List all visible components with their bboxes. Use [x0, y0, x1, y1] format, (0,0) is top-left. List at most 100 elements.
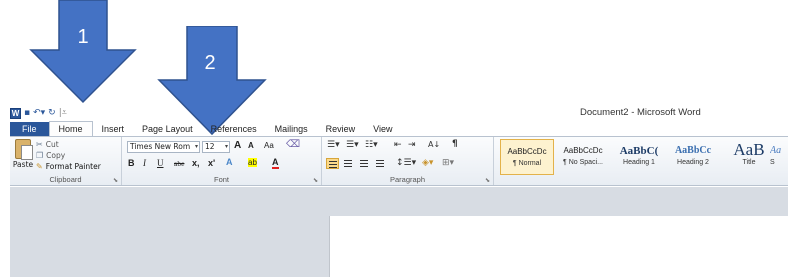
paste-icon — [15, 139, 33, 160]
copy-button[interactable]: ❐ Copy — [36, 151, 65, 160]
subscript-button[interactable]: x, — [192, 158, 200, 168]
font-size-box[interactable]: 12 ▾ — [202, 141, 230, 153]
clear-formatting-icon[interactable]: ⌫ — [286, 139, 300, 150]
style-name: Heading 2 — [677, 159, 709, 166]
cut-label: Cut — [45, 140, 59, 149]
font-size-value: 12 — [205, 142, 215, 151]
format-painter-label: Format Painter — [45, 162, 101, 171]
highlight-button[interactable]: ab — [248, 158, 257, 167]
change-case-button[interactable]: Aa — [264, 141, 274, 150]
tab-references[interactable]: References — [202, 122, 266, 137]
style-sample: AaB — [733, 140, 765, 159]
paragraph-group: ☰▾ ☰▾ ☷▾ ⇤ ⇥ A↓ ¶ ↕☰▾ ◈▾ ⊞▾ Paragraph ⬊ — [322, 137, 494, 185]
styles-gallery: AaBbCcDc ¶ Normal AaBbCcDc ¶ No Spaci...… — [500, 139, 788, 183]
title-bar: W ▪ ↶▾ ↻ |⩡ Document2 - Microsoft Word — [10, 106, 788, 120]
tab-insert[interactable]: Insert — [93, 122, 134, 137]
style-name: Title — [742, 159, 756, 166]
align-right-button[interactable] — [358, 158, 371, 169]
ribbon-tabs: File Home Insert Page Layout References … — [10, 121, 788, 137]
window-title: Document2 - Microsoft Word — [580, 107, 701, 118]
style-sample: AaBbCcDc — [507, 147, 547, 156]
justify-button[interactable] — [374, 158, 387, 169]
justify-icon — [376, 160, 384, 167]
ribbon-home: Paste ✂ Cut ❐ Copy ✎ Format Painter Clip… — [10, 136, 788, 186]
copy-label: Copy — [46, 151, 66, 160]
shrink-font-button[interactable]: A — [248, 141, 254, 150]
font-name-box[interactable]: Times New Rom ▾ — [127, 141, 200, 153]
italic-button[interactable]: I — [143, 158, 146, 168]
arrow-label-2: 2 — [204, 52, 216, 74]
arrow-annotation-1 — [29, 0, 137, 104]
style-normal[interactable]: AaBbCcDc ¶ Normal — [500, 139, 554, 175]
style-title[interactable]: AaB Title — [722, 139, 776, 175]
font-group-label: Font — [213, 175, 229, 184]
quick-access-toolbar: W ▪ ↶▾ ↻ |⩡ — [10, 106, 67, 120]
text-effects-button[interactable]: A — [226, 157, 233, 167]
grow-font-button[interactable]: A — [234, 140, 241, 151]
show-marks-button[interactable]: ¶ — [452, 139, 458, 149]
customize-icon[interactable]: |⩡ — [59, 108, 67, 118]
tab-file[interactable]: File — [10, 122, 49, 137]
style-subtitle[interactable]: Aa S — [770, 139, 788, 175]
arrow-label-1: 1 — [77, 26, 89, 48]
superscript-button[interactable]: x' — [208, 158, 215, 168]
style-heading-2[interactable]: AaBbCc Heading 2 — [666, 139, 720, 175]
align-center-icon — [344, 160, 352, 167]
line-spacing-icon[interactable]: ↕☰▾ — [396, 158, 416, 168]
multilevel-list-icon[interactable]: ☷▾ — [365, 140, 378, 150]
bold-button[interactable]: B — [128, 158, 135, 168]
undo-icon[interactable]: ↶▾ — [33, 108, 45, 118]
copy-icon: ❐ — [36, 151, 44, 160]
style-name: ¶ Normal — [512, 160, 542, 167]
font-name-value: Times New Rom — [130, 142, 191, 151]
style-name: S — [770, 159, 775, 166]
underline-button[interactable]: U — [157, 158, 164, 168]
bullets-icon[interactable]: ☰▾ — [327, 140, 340, 150]
tab-view[interactable]: View — [364, 122, 401, 137]
save-icon[interactable]: ▪ — [24, 108, 30, 118]
sort-button[interactable]: A↓ — [428, 140, 440, 149]
chevron-down-icon[interactable]: ▾ — [225, 142, 228, 152]
align-left-icon — [329, 161, 337, 168]
numbering-icon[interactable]: ☰▾ — [346, 140, 359, 150]
style-sample: AaBbC( — [619, 145, 659, 157]
redo-icon[interactable]: ↻ — [48, 108, 56, 118]
paste-button[interactable]: Paste — [12, 139, 34, 169]
align-center-button[interactable] — [342, 158, 355, 169]
brush-icon: ✎ — [36, 162, 43, 171]
tab-mailings[interactable]: Mailings — [266, 122, 317, 137]
font-color-button[interactable]: A — [272, 157, 279, 169]
increase-indent-icon[interactable]: ⇥ — [408, 140, 416, 150]
style-sample: Aa — [770, 145, 782, 156]
borders-icon[interactable]: ⊞▾ — [442, 158, 454, 168]
cut-button[interactable]: ✂ Cut — [36, 140, 59, 149]
tab-home[interactable]: Home — [48, 121, 93, 137]
scissors-icon: ✂ — [36, 140, 43, 149]
format-painter-button[interactable]: ✎ Format Painter — [36, 162, 101, 171]
paragraph-group-label: Paragraph — [389, 175, 426, 184]
chevron-down-icon[interactable]: ▾ — [195, 142, 198, 152]
decrease-indent-icon[interactable]: ⇤ — [394, 140, 402, 150]
style-heading-1[interactable]: AaBbC( Heading 1 — [612, 139, 666, 175]
style-name: Heading 1 — [623, 159, 655, 166]
dialog-launcher-icon[interactable]: ⬊ — [485, 177, 490, 184]
style-sample: AaBbCc — [674, 145, 712, 156]
word-app-icon[interactable]: W — [10, 107, 21, 119]
strikethrough-button[interactable]: abe — [174, 159, 184, 168]
shading-icon[interactable]: ◈▾ — [422, 158, 433, 168]
dialog-launcher-icon[interactable]: ⬊ — [313, 177, 318, 184]
style-no-spacing[interactable]: AaBbCcDc ¶ No Spaci... — [556, 139, 610, 175]
tab-review[interactable]: Review — [317, 122, 365, 137]
align-left-button[interactable] — [326, 158, 339, 169]
font-group: Times New Rom ▾ 12 ▾ A A Aa ⌫ B I U abe … — [122, 137, 322, 185]
clipboard-group: Paste ✂ Cut ❐ Copy ✎ Format Painter Clip… — [10, 137, 122, 185]
tab-page-layout[interactable]: Page Layout — [133, 122, 202, 137]
document-workspace — [10, 187, 788, 277]
paste-label: Paste — [12, 160, 34, 169]
align-right-icon — [360, 160, 368, 167]
style-name: ¶ No Spaci... — [563, 159, 603, 166]
dialog-launcher-icon[interactable]: ⬊ — [113, 177, 118, 184]
document-page[interactable] — [329, 216, 788, 277]
style-sample: AaBbCcDc — [563, 146, 603, 155]
clipboard-group-label: Clipboard — [49, 175, 82, 184]
